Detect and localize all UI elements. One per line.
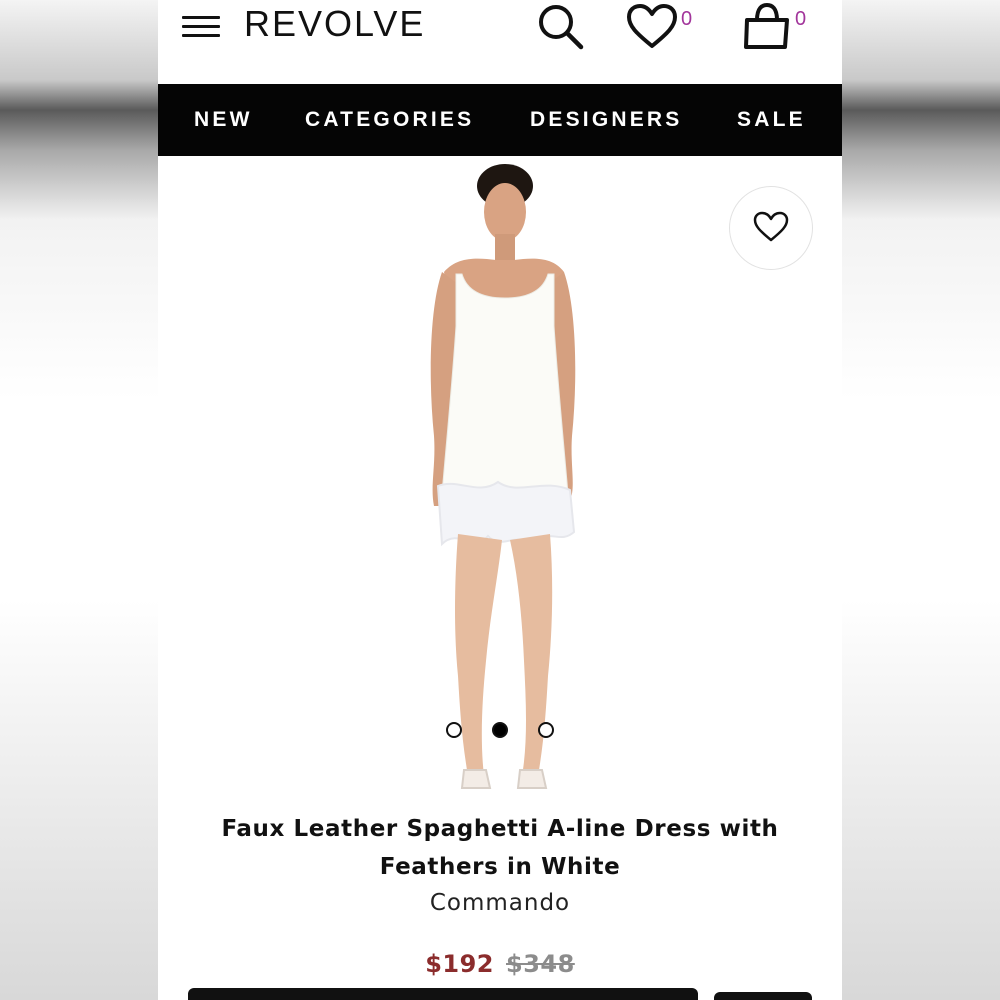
carousel-dot-1[interactable] xyxy=(446,722,462,738)
category-nav: NEW CATEGORIES DESIGNERS SALE xyxy=(158,84,842,156)
heart-icon[interactable] xyxy=(626,4,678,50)
bag-icon[interactable] xyxy=(742,2,792,50)
nav-new[interactable]: NEW xyxy=(194,108,253,132)
top-header: REVOLVE 0 0 xyxy=(158,0,842,84)
carousel-dots xyxy=(446,722,556,738)
product-image-carousel[interactable] xyxy=(158,156,842,796)
menu-icon[interactable] xyxy=(182,14,222,40)
product-title-line1: Faux Leather Spaghetti A-line Dress with xyxy=(221,816,779,842)
nav-sale[interactable]: SALE xyxy=(737,108,806,132)
favorite-button[interactable] xyxy=(729,186,813,270)
wishlist-count: 0 xyxy=(681,8,693,30)
nav-categories[interactable]: CATEGORIES xyxy=(305,108,474,132)
product-title: Faux Leather Spaghetti A-line Dress with… xyxy=(188,810,812,886)
carousel-dot-3[interactable] xyxy=(538,722,554,738)
brand-logo[interactable]: REVOLVE xyxy=(244,3,425,45)
heart-outline-icon xyxy=(753,211,789,242)
sale-price: $192 xyxy=(425,950,494,978)
carousel-dot-2[interactable] xyxy=(492,722,508,738)
bag-count: 0 xyxy=(795,8,807,30)
secondary-action-button[interactable] xyxy=(714,992,812,1000)
original-price: $348 xyxy=(506,950,575,978)
add-to-bag-button[interactable] xyxy=(188,988,698,1000)
search-icon[interactable] xyxy=(536,2,586,50)
nav-designers[interactable]: DESIGNERS xyxy=(530,108,683,132)
price-block: $192 $348 xyxy=(158,950,842,978)
product-page: REVOLVE 0 0 NEW CATEGORIES DESIGNERS SAL… xyxy=(158,0,842,1000)
product-brand-link[interactable]: Commando xyxy=(158,890,842,916)
product-title-line2: Feathers in White xyxy=(379,854,621,880)
